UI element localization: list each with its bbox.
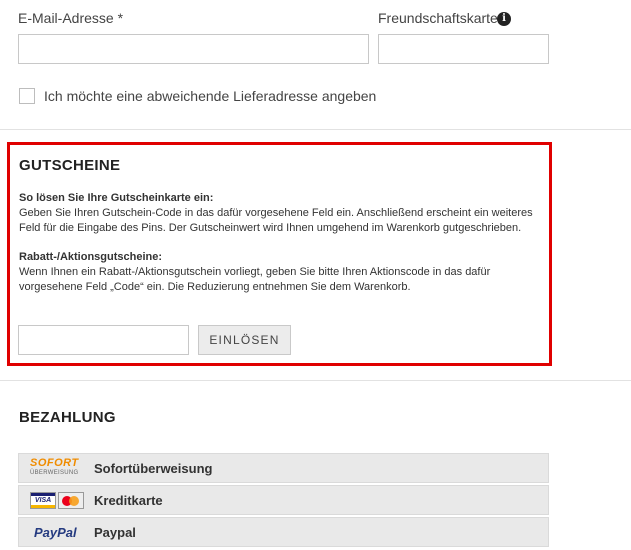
delivery-address-label: Ich möchte eine abweichende Lieferadress… xyxy=(44,88,377,104)
gift-line-1: Geben Sie Ihren Gutschein-Code in das da… xyxy=(19,207,533,219)
voucher-title: GUTSCHEINE xyxy=(19,157,121,174)
visa-logo-text: VISA xyxy=(34,497,52,504)
paypal-logo: PayPal xyxy=(34,525,77,540)
payment-label-paypal: Paypal xyxy=(94,525,136,540)
payment-label-sofort: Sofortüberweisung xyxy=(94,461,213,476)
friend-card-input[interactable] xyxy=(378,34,549,64)
sofort-logo: SOFORT ÜBERWEISUNG xyxy=(30,458,86,477)
voucher-promo-text: Rabatt-/Aktionsgutscheine: Wenn Ihnen ei… xyxy=(19,250,490,295)
divider xyxy=(0,380,631,381)
promo-heading: Rabatt-/Aktionsgutscheine: xyxy=(19,251,163,263)
payment-option-creditcard[interactable]: VISA Kreditkarte xyxy=(18,485,549,515)
voucher-code-input[interactable] xyxy=(18,325,189,355)
email-input[interactable] xyxy=(18,34,369,64)
friend-card-label: Freundschaftskarte xyxy=(378,10,498,26)
gift-heading: So lösen Sie Ihre Gutscheinkarte ein: xyxy=(19,192,214,204)
divider xyxy=(0,129,631,130)
voucher-gift-text: So lösen Sie Ihre Gutscheinkarte ein: Ge… xyxy=(19,191,533,236)
promo-line-1: Wenn Ihnen ein Rabatt-/Aktionsgutschein … xyxy=(19,266,491,278)
credit-card-icon: VISA xyxy=(30,492,84,510)
payment-label-creditcard: Kreditkarte xyxy=(94,493,163,508)
payment-option-paypal[interactable]: PayPal Paypal xyxy=(18,517,549,547)
payment-title: BEZAHLUNG xyxy=(19,409,116,426)
payment-option-sofort[interactable]: SOFORT ÜBERWEISUNG Sofortüberweisung xyxy=(18,453,549,483)
sofort-logo-subtext: ÜBERWEISUNG xyxy=(30,470,79,476)
info-icon[interactable]: i xyxy=(497,12,511,26)
promo-line-2: vorgesehene Feld „Code“ ein. Die Reduzie… xyxy=(19,281,411,293)
gift-line-2: Feld für die Eingabe des Pins. Der Gutsc… xyxy=(19,222,522,234)
delivery-address-checkbox[interactable] xyxy=(19,88,35,104)
redeem-button[interactable]: EINLÖSEN xyxy=(198,325,291,355)
sofort-logo-text: SOFORT xyxy=(30,457,79,469)
email-label: E-Mail-Adresse * xyxy=(18,10,124,26)
